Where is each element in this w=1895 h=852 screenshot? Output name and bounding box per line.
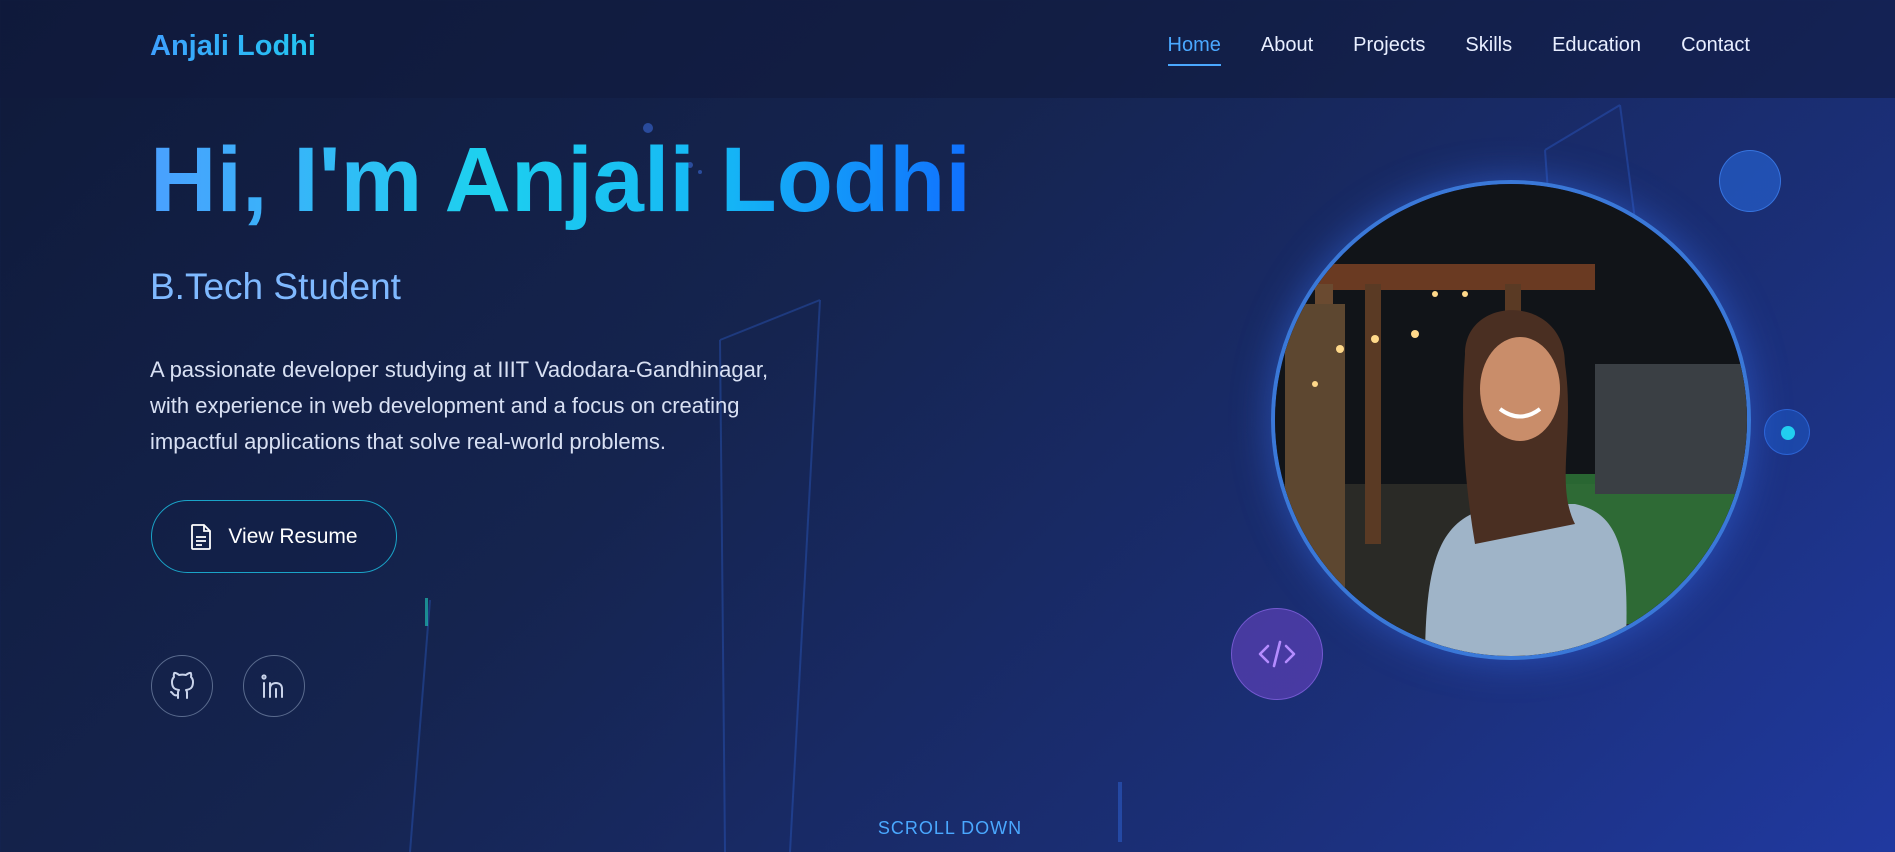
nav-projects[interactable]: Projects: [1353, 34, 1425, 66]
linkedin-icon: [261, 674, 283, 698]
site-header: Anjali Lodhi Home About Projects Skills …: [0, 0, 1895, 98]
decorative-bubble: [1719, 150, 1781, 212]
main-nav: Home About Projects Skills Education Con…: [1128, 34, 1750, 66]
document-icon: [191, 523, 212, 550]
github-icon: [170, 671, 194, 699]
profile-photo: [1271, 180, 1751, 660]
nav-contact[interactable]: Contact: [1681, 34, 1750, 66]
scroll-down-indicator[interactable]: SCROLL DOWN: [0, 818, 1895, 839]
view-resume-label: View Resume: [228, 524, 358, 548]
nav-home[interactable]: Home: [1167, 34, 1222, 66]
site-logo[interactable]: Anjali Lodhi: [150, 30, 316, 63]
hero-description: A passionate developer studying at IIIT …: [150, 357, 769, 454]
nav-skills[interactable]: Skills: [1465, 34, 1512, 66]
code-badge: [1231, 608, 1323, 700]
linkedin-link[interactable]: [243, 655, 305, 717]
hero-subtitle: B.Tech Student: [150, 266, 401, 307]
decorative-bubble: [1764, 409, 1810, 455]
view-resume-button[interactable]: View Resume: [151, 500, 397, 573]
hero-title: Hi, I'm Anjali Lodhi: [150, 129, 971, 231]
nav-about[interactable]: About: [1261, 34, 1313, 66]
code-icon: [1258, 640, 1296, 668]
nav-education[interactable]: Education: [1552, 34, 1641, 66]
profile-photo-image: [1275, 184, 1747, 656]
github-link[interactable]: [151, 655, 213, 717]
